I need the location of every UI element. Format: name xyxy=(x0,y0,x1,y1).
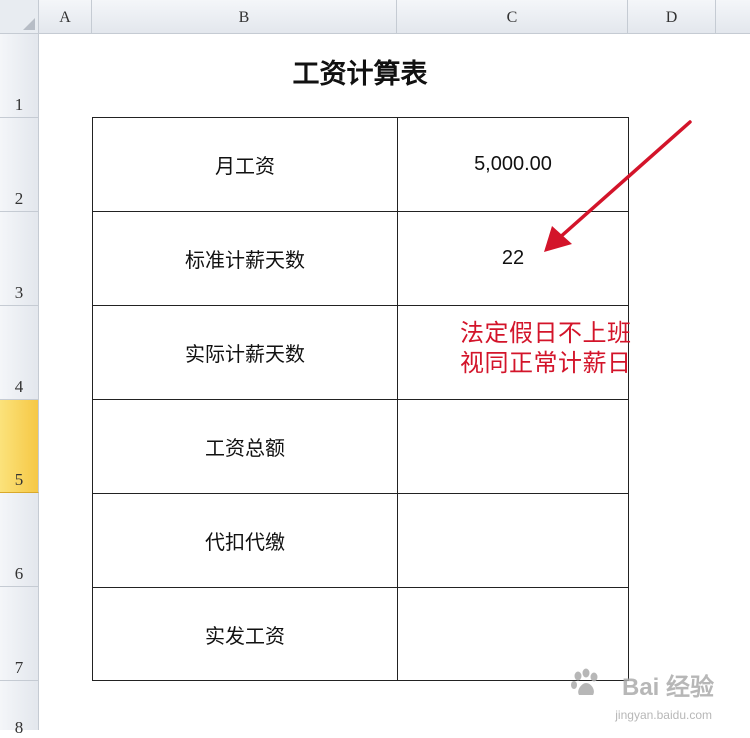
baidu-watermark: Bai 经验 xyxy=(621,674,714,701)
row-header-4[interactable]: 4 xyxy=(0,306,39,400)
annotation-note: 法定假日不上班 视同正常计薪日 xyxy=(460,318,632,378)
column-header-e[interactable] xyxy=(716,0,750,34)
row-header-label: 5 xyxy=(14,470,24,489)
baidu-paw-icon xyxy=(571,668,598,695)
row-header-2[interactable]: 2 xyxy=(0,118,39,212)
annotation-line-1: 法定假日不上班 xyxy=(460,319,632,347)
row-header-label: 4 xyxy=(14,377,24,396)
select-all-corner[interactable] xyxy=(0,0,39,34)
cell-c2-value[interactable]: 5,000.00 xyxy=(397,117,629,212)
cell-b7-label[interactable]: 实发工资 xyxy=(92,587,398,681)
row-header-3[interactable]: 3 xyxy=(0,212,39,306)
row-header-8[interactable]: 8 xyxy=(0,681,39,737)
row-header-6[interactable]: 6 xyxy=(0,493,39,587)
cell-c6-value[interactable] xyxy=(397,493,629,588)
cell-b4-label[interactable]: 实际计薪天数 xyxy=(92,305,398,400)
column-header-b[interactable]: B xyxy=(92,0,397,34)
sheet-title[interactable]: 工资计算表 xyxy=(92,52,628,91)
cell-b3-label[interactable]: 标准计薪天数 xyxy=(92,211,398,306)
row-header-label: 8 xyxy=(14,718,24,737)
row-header-label: 3 xyxy=(14,283,24,302)
row-header-1[interactable]: 1 xyxy=(0,34,39,118)
column-header-d[interactable]: D xyxy=(628,0,716,34)
cell-c3-value[interactable]: 22 xyxy=(397,211,629,306)
cell-b5-label[interactable]: 工资总额 xyxy=(92,399,398,494)
row-header-label: 2 xyxy=(14,189,24,208)
row-header-label: 1 xyxy=(14,95,24,114)
annotation-line-2: 视同正常计薪日 xyxy=(460,349,632,377)
row-header-5[interactable]: 5 xyxy=(0,400,39,493)
select-all-triangle-icon xyxy=(23,18,35,30)
row-header-7[interactable]: 7 xyxy=(0,587,39,681)
cell-c7-value[interactable] xyxy=(397,587,629,681)
cell-b2-label[interactable]: 月工资 xyxy=(92,117,398,212)
row-header-label: 6 xyxy=(14,564,24,583)
column-header-a[interactable]: A xyxy=(39,0,92,34)
cell-c5-value[interactable] xyxy=(397,399,629,494)
cell-b6-label[interactable]: 代扣代缴 xyxy=(92,493,398,588)
row-header-label: 7 xyxy=(14,658,24,677)
baidu-watermark-url: jingyan.baidu.com xyxy=(615,708,712,722)
column-header-c[interactable]: C xyxy=(397,0,628,34)
